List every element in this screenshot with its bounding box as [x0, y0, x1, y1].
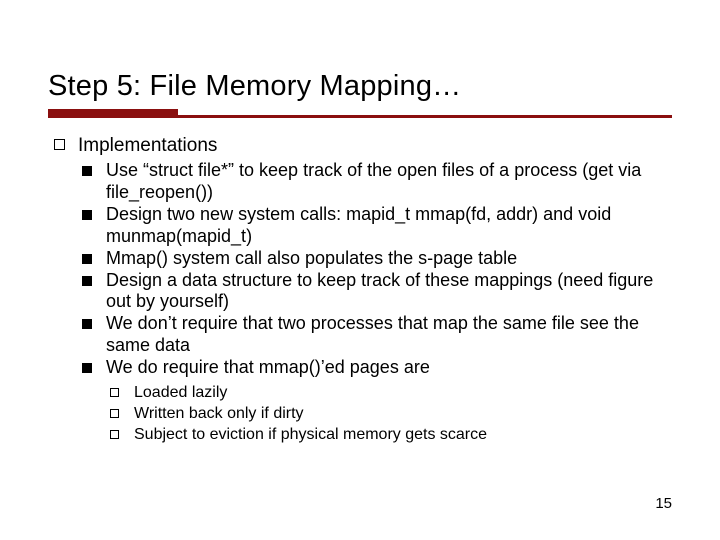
- page-number: 15: [655, 495, 672, 512]
- list-item: We don’t require that two processes that…: [78, 313, 672, 357]
- list-item: Subject to eviction if physical memory g…: [106, 425, 672, 446]
- title-underline: [48, 109, 672, 118]
- page-title: Step 5: File Memory Mapping…: [48, 70, 672, 103]
- list-item: Design two new system calls: mapid_t mma…: [78, 204, 672, 248]
- list-item: Written back only if dirty: [106, 404, 672, 425]
- outline-list: Implementations Use “struct file*” to ke…: [48, 134, 672, 446]
- list-item: Loaded lazily: [106, 383, 672, 404]
- list-item: Implementations Use “struct file*” to ke…: [48, 134, 672, 446]
- sub-bullet-list: Loaded lazily Written back only if dirty…: [106, 383, 672, 445]
- list-item: Design a data structure to keep track of…: [78, 270, 672, 314]
- list-heading: Implementations: [78, 135, 217, 156]
- list-item: Mmap() system call also populates the s-…: [78, 248, 672, 270]
- list-text: We do require that mmap()’ed pages are: [106, 357, 430, 377]
- list-item: We do require that mmap()’ed pages are L…: [78, 357, 672, 445]
- list-item: Use “struct file*” to keep track of the …: [78, 160, 672, 204]
- slide: Step 5: File Memory Mapping… Implementat…: [0, 0, 720, 446]
- bullet-list: Use “struct file*” to keep track of the …: [78, 160, 672, 446]
